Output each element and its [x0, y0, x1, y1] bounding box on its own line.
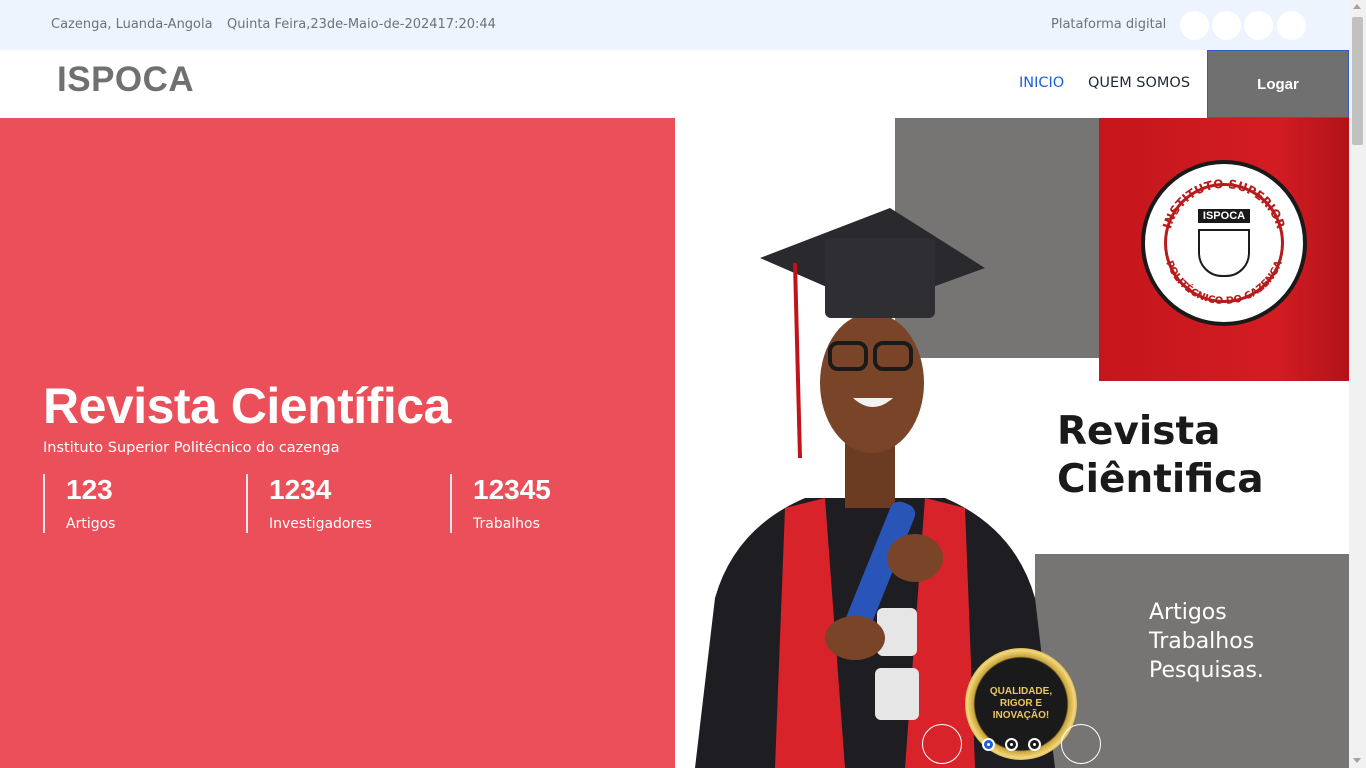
social-icon-4[interactable] — [1277, 11, 1306, 40]
stat-value: 12345 — [473, 474, 551, 505]
carousel-prev-button[interactable] — [922, 724, 962, 764]
site-logo[interactable]: ISPOCA — [57, 60, 194, 100]
stat-value: 123 — [66, 474, 113, 505]
badge-text: QUALIDADE, RIGOR E INOVAÇÃO! — [989, 686, 1053, 721]
datetime-text: Quinta Feira,23de-Maio-de-202417:20:44 — [227, 17, 496, 32]
nav-inicio[interactable]: INICIO — [1019, 75, 1064, 91]
platform-text: Plataforma digital — [1051, 17, 1167, 32]
social-icon-2[interactable] — [1212, 11, 1241, 40]
carousel-dot-2[interactable] — [1005, 738, 1018, 751]
hero-title: Revista Científica — [43, 378, 451, 434]
scroll-down-arrow-icon[interactable] — [1353, 758, 1361, 763]
poster-line: Artigos — [1149, 600, 1227, 625]
poster-line: Pesquisas. — [1149, 658, 1264, 683]
poster-line: Trabalhos — [1149, 629, 1255, 654]
stat-artigos: 123 Artigos — [43, 474, 115, 533]
svg-text:INSTITUTO SUPERIOR: INSTITUTO SUPERIOR — [1160, 177, 1288, 230]
login-button[interactable]: Logar — [1207, 50, 1349, 118]
scrollbar-thumb[interactable] — [1352, 17, 1363, 145]
hero-poster: INSTITUTO SUPERIOR POLITÉCNICO DO CAZENG… — [675, 118, 1349, 768]
carousel-next-button[interactable] — [1061, 724, 1101, 764]
stat-trabalhos: 12345 Trabalhos — [450, 474, 551, 533]
poster-lines: Artigos Trabalhos Pesquisas. — [1149, 598, 1264, 685]
carousel-dot-3[interactable] — [1028, 738, 1041, 751]
page-scrollbar[interactable] — [1349, 0, 1366, 768]
seal-ring-text: INSTITUTO SUPERIOR POLITÉCNICO DO CAZENG… — [1160, 177, 1288, 307]
stat-label: Trabalhos — [473, 516, 540, 532]
scroll-up-arrow-icon[interactable] — [1353, 4, 1361, 9]
stat-label: Investigadores — [269, 516, 372, 532]
carousel-dot-1[interactable] — [982, 738, 995, 751]
main-header: ISPOCA INICIO QUEM SOMOS Logar — [0, 50, 1349, 118]
nav-quem-somos[interactable]: QUEM SOMOS — [1088, 75, 1190, 91]
institute-seal: INSTITUTO SUPERIOR POLITÉCNICO DO CAZENG… — [1141, 160, 1307, 326]
stat-investigadores: 1234 Investigadores — [246, 474, 372, 533]
social-icon-3[interactable] — [1244, 11, 1273, 40]
svg-text:POLITÉCNICO DO CAZENGA: POLITÉCNICO DO CAZENGA — [1163, 259, 1285, 307]
social-icon-1[interactable] — [1180, 11, 1209, 40]
location-text: Cazenga, Luanda-Angola — [51, 17, 213, 32]
hero-panel: Revista Científica Instituto Superior Po… — [0, 118, 675, 768]
hero-subtitle: Instituto Superior Politécnico do cazeng… — [43, 440, 340, 456]
stat-value: 1234 — [269, 474, 332, 505]
stat-label: Artigos — [66, 516, 116, 532]
top-info-bar: Cazenga, Luanda-Angola Quinta Feira,23de… — [0, 0, 1349, 50]
